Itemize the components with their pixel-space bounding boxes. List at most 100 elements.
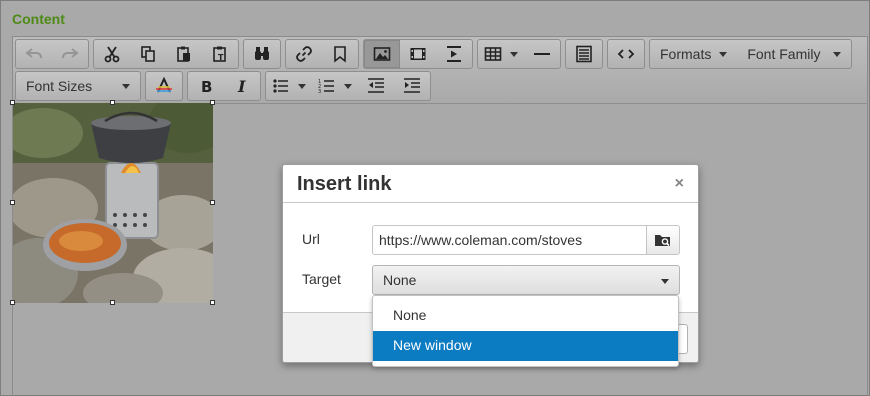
formats-group: Formats Font Family (649, 39, 853, 69)
insert-image-button[interactable] (364, 40, 400, 68)
text-style-group: B I (187, 71, 261, 101)
bold-button[interactable]: B (188, 72, 224, 100)
insert-link-button[interactable] (286, 40, 322, 68)
insert-media-group (363, 39, 473, 69)
target-dropdown-menu: None New window (372, 295, 679, 367)
resize-handle-s[interactable] (110, 300, 115, 305)
link-group (285, 39, 359, 69)
dialog-title: Insert link (297, 173, 392, 195)
table-group (477, 39, 561, 69)
chevron-down-icon (661, 279, 669, 284)
outdent-button[interactable] (358, 72, 394, 100)
find-icon (255, 47, 269, 60)
svg-text:B: B (201, 78, 212, 95)
copy-button[interactable] (130, 40, 166, 68)
link-icon (296, 46, 312, 62)
camp-stove-photo (13, 103, 213, 303)
paste-button[interactable] (166, 40, 202, 68)
cut-button[interactable] (94, 40, 130, 68)
table-icon (484, 47, 502, 61)
svg-text:T: T (218, 53, 224, 62)
horizontal-rule-button[interactable] (524, 40, 560, 68)
toolbar-row-1: T Formats Font Family (15, 39, 856, 69)
text-color-button[interactable] (146, 72, 182, 100)
table-button[interactable] (478, 40, 524, 68)
font-size-group: Font Sizes (15, 71, 141, 101)
folder-search-icon (655, 235, 670, 247)
bookmark-button[interactable] (322, 40, 358, 68)
horizontal-rule-icon (534, 53, 550, 55)
font-sizes-dropdown[interactable]: Font Sizes (16, 72, 140, 100)
target-select-value: None (383, 272, 417, 288)
media-icon (410, 48, 426, 60)
resize-handle-nw[interactable] (10, 100, 15, 105)
table-caret-icon (510, 51, 518, 57)
close-icon[interactable]: × (675, 175, 684, 193)
editor-toolbar: T Formats Font Family Font Sizes B I 1 2… (13, 37, 867, 104)
template-icon (576, 45, 592, 63)
template-button[interactable] (566, 40, 602, 68)
numbered-list-icon: 123 (318, 79, 334, 95)
search-group (243, 39, 281, 69)
cut-icon (104, 46, 120, 63)
resize-handle-e[interactable] (210, 200, 215, 205)
text-color-icon (156, 77, 172, 93)
template-group (565, 39, 603, 69)
svg-text:I: I (237, 77, 246, 95)
bullet-list-button[interactable] (266, 72, 312, 100)
find-replace-button[interactable] (244, 40, 280, 68)
editor-image[interactable] (13, 103, 213, 303)
section-label: Content (12, 11, 65, 27)
font-sizes-label: Font Sizes (26, 78, 93, 94)
italic-button[interactable]: I (224, 72, 260, 100)
history-group (15, 39, 89, 69)
resize-handle-ne[interactable] (210, 100, 215, 105)
font-family-dropdown[interactable]: Font Family (737, 40, 851, 68)
undo-button[interactable] (16, 40, 52, 68)
target-select[interactable]: None (372, 265, 680, 295)
source-code-button[interactable] (608, 40, 644, 68)
list-group: 123 (265, 71, 431, 101)
numbered-list-button[interactable]: 123 (312, 72, 358, 100)
toolbar-row-2: Font Sizes B I 1 2 3 (15, 71, 435, 101)
bookmark-icon (334, 46, 346, 63)
redo-icon (62, 48, 79, 59)
bold-icon: B (201, 78, 212, 95)
page-break-icon (447, 46, 461, 62)
copy-icon (141, 46, 155, 62)
target-option-new-window[interactable]: New window (373, 331, 678, 361)
outdent-icon (368, 78, 384, 93)
resize-handle-n[interactable] (110, 100, 115, 105)
code-group (607, 39, 645, 69)
browse-button[interactable] (646, 225, 680, 255)
font-family-label: Font Family (747, 46, 821, 62)
page-break-button[interactable] (436, 40, 472, 68)
clipboard-group: T (93, 39, 239, 69)
resize-handle-se[interactable] (210, 300, 215, 305)
resize-handle-w[interactable] (10, 200, 15, 205)
font-sizes-caret-icon (122, 83, 130, 89)
image-icon (373, 47, 391, 61)
indent-icon (404, 78, 420, 93)
insert-media-button[interactable] (400, 40, 436, 68)
target-label: Target (302, 271, 341, 287)
redo-button[interactable] (52, 40, 88, 68)
paste-text-icon: T (213, 46, 226, 62)
paste-text-button[interactable]: T (202, 40, 238, 68)
font-family-caret-icon (833, 51, 842, 57)
url-input[interactable] (372, 225, 647, 255)
formats-dropdown[interactable]: Formats (650, 40, 737, 68)
dialog-header: Insert link × (283, 165, 698, 203)
formats-caret-icon (719, 51, 728, 57)
bullet-list-icon (273, 79, 288, 93)
formats-label: Formats (660, 46, 712, 62)
paste-icon (177, 46, 190, 62)
indent-button[interactable] (394, 72, 430, 100)
color-group (145, 71, 183, 101)
source-code-icon (617, 49, 635, 59)
resize-handle-sw[interactable] (10, 300, 15, 305)
url-label: Url (302, 231, 320, 247)
numbered-list-caret-icon (344, 83, 352, 89)
target-option-none[interactable]: None (373, 301, 678, 331)
svg-text:3: 3 (318, 89, 321, 95)
